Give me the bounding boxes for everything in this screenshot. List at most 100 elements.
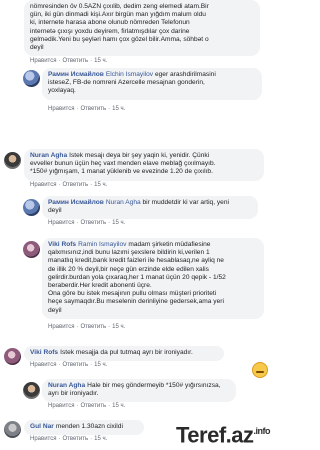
comment-text: bir muddetdir ki var artiq, yeni (142, 199, 230, 206)
comment-line: beraberdir.Her kredit abonenti üçre. (48, 282, 152, 290)
comment-line: evveller bunun üçün heç vaxt menden elav… (30, 160, 216, 168)
comment-actions: Нравится · Ответить · 15 ч. (48, 324, 126, 330)
comment-actions: Нравится · Ответить · 15 ч. (30, 436, 108, 442)
mention-tag[interactable]: Nuran Agha (106, 199, 141, 206)
author-name[interactable]: Viki Rofs (30, 349, 58, 356)
comment-actions: Нравится · Ответить · 15 ч. (30, 182, 108, 188)
comment-line: Nuran Agha Istek mesajı deya bir şey yaqi… (30, 152, 258, 160)
comment-actions: Нравится · Ответить · 15 ч. (48, 220, 126, 226)
comment-bubble: Viki Rofs Ramin Ismayilov madam şirketin … (42, 238, 264, 319)
comment-bubble: Gul Nar menden 1.30azn cixildi (24, 420, 144, 436)
author-name[interactable]: Рамин Исмайлов (48, 71, 104, 78)
comment-3: Рамин Исмайлов Nuran Agha bir muddetdir k… (0, 196, 274, 232)
comment-bubble: Рамин Исмайлов Nuran Agha bir muddetdir k… (42, 196, 258, 220)
comment-bubble: nömresinden öv 0.5AZN çıxılib, dedim zen… (24, 0, 260, 57)
comment-line: ki, internete harasa abone olunub nömred… (30, 19, 190, 27)
reply-link[interactable]: Ответить (62, 436, 88, 442)
comment-actions: Нравится · Ответить · 15 ч. (30, 362, 108, 368)
comment-text: Istek mesajja da pul tutmaq ayrı bir iro… (60, 349, 193, 356)
avatar[interactable] (23, 382, 40, 399)
like-link[interactable]: Нравится (30, 182, 56, 188)
comment-actions: Нравится · Ответить · 15 ч. (30, 58, 108, 64)
comment-line: gelmədik.Yeni bu şeyləri hamı çox gözel … (30, 35, 209, 43)
comment-line: internetə çıxışı yoxdu deyirem, firlatmı… (30, 27, 190, 35)
avatar[interactable] (4, 152, 21, 169)
comment-actions: Нравится · Ответить · 15 ч. (48, 106, 126, 112)
mention-tag[interactable]: Ramin Ismayilov (78, 241, 126, 248)
comment-line: Viki Rofs Ramin Ismayilov madam şirketin … (48, 241, 258, 249)
avatar[interactable] (23, 70, 40, 87)
author-name[interactable]: Gul Nar (30, 423, 54, 430)
avatar[interactable] (23, 199, 40, 216)
comment-1: Рамин Исмайлов Elchin Ismayilov eger aras… (0, 66, 274, 114)
site-watermark: Teref.az.info (175, 420, 271, 447)
author-name[interactable]: Viki Rofs (48, 241, 76, 248)
comment-text: Istek mesajı deya bir şey yaqin ki, yeni… (69, 152, 210, 159)
comment-line: qalxmısınız,indi bunu lazımi şexslere bi… (48, 249, 210, 257)
comment-line: deyil (48, 306, 62, 314)
timestamp: 15 ч. (112, 324, 126, 330)
comment-line: gün, iki gün dinmadi kişi.Axır birgün ma… (30, 11, 206, 19)
comment-line: Рамин Исмайлов Elchin Ismayilov eger aras… (48, 71, 256, 79)
like-link[interactable]: Нравится (30, 436, 56, 442)
comment-4: Viki Rofs Ramin Ismayilov madam şirketin … (0, 236, 274, 334)
like-link[interactable]: Нравится (48, 403, 74, 409)
reply-link[interactable]: Ответить (80, 324, 106, 330)
comment-bubble: Рамин Исмайлов Elchin Ismayilov eger aras… (42, 68, 262, 100)
comment-line: *150# yığmışam, 1 manat yüklenib ve evez… (30, 168, 213, 176)
mention-tag[interactable]: Elchin Ismayilov (106, 71, 153, 78)
like-link[interactable]: Нравится (48, 324, 74, 330)
comment-line: manatlıq kredit,bank kredit faizleri ile… (48, 257, 224, 265)
reply-link[interactable]: Ответить (62, 58, 88, 64)
timestamp: 15 ч. (112, 403, 126, 409)
avatar[interactable] (23, 241, 40, 258)
comment-bubble: Nuran Agha Istek mesajı deya bir şey yaqi… (24, 149, 264, 181)
comment-line: nömresinden öv 0.5AZN çıxılib, dedim zen… (30, 3, 209, 10)
comment-line: Рамин Исмайлов Nuran Agha bir muddetdir k… (48, 199, 252, 207)
reply-link[interactable]: Ответить (80, 403, 106, 409)
comment-line: heçe saymaqdır.Bu meselenin derinliyine … (48, 298, 224, 306)
timestamp: 15 ч. (94, 58, 108, 64)
like-link[interactable]: Нравится (30, 58, 56, 64)
reply-link[interactable]: Ответить (62, 182, 88, 188)
watermark-suffix: .info (253, 425, 271, 436)
author-name[interactable]: Рамин Исмайлов (48, 199, 104, 206)
comment-bubble: Nuran Agha Hale bir meş göndermeyib *150#… (42, 379, 236, 403)
reply-link[interactable]: Ответить (80, 106, 106, 112)
author-name[interactable]: Nuran Agha (48, 382, 85, 389)
reply-link[interactable]: Ответить (80, 220, 106, 226)
avatar[interactable] (4, 348, 21, 365)
timestamp: 15 ч. (94, 436, 108, 442)
comment-6: Nuran Agha Hale bir meş göndermeyib *150#… (0, 378, 274, 412)
timestamp: 15 ч. (112, 106, 126, 112)
comment-line: Gul Nar menden 1.30azn cixildi (30, 423, 138, 431)
comment-line: ayrı bir ironiyadır. (48, 390, 99, 398)
comment-line: Viki Rofs Istek mesajja da pul tutmaq ayr… (30, 349, 218, 357)
reply-link[interactable]: Ответить (62, 362, 88, 368)
comment-line: deyil (48, 207, 62, 215)
comment-text: Hale bir meş göndermeyib *150# yığırsını… (87, 382, 221, 389)
comment-text: madam şirketin müdafiesine (128, 241, 211, 248)
watermark-brand: Teref.az (175, 422, 254, 447)
comment-line: isteseZ, FB-de nomreni Azercelle mesajna… (48, 79, 205, 87)
comment-line: Ona göre bu istek mesajının pullu olması… (48, 290, 217, 298)
timestamp: 15 ч. (112, 220, 126, 226)
comment-bubble: Viki Rofs Istek mesajja da pul tutmaq ayr… (24, 346, 224, 362)
like-link[interactable]: Нравится (30, 362, 56, 368)
like-link[interactable]: Нравится (48, 106, 74, 112)
timestamp: 15 ч. (94, 362, 108, 368)
comment-5: Viki Rofs Istek mesajja da pul tutmaq ayr… (0, 346, 274, 376)
comment-text: menden 1.30azn cixildi (55, 423, 123, 430)
comment-line: yoxlayaq. (48, 87, 76, 95)
comment-line: Nuran Agha Hale bir meş göndermeyib *150#… (48, 382, 230, 390)
comment-2: Nuran Agha Istek mesajı deya bir şey yaqi… (0, 148, 274, 192)
comment-line: deyil (30, 44, 44, 52)
comment-text: eger arashdirilmasini (154, 71, 216, 78)
author-name[interactable]: Nuran Agha (30, 152, 67, 159)
like-link[interactable]: Нравится (48, 220, 74, 226)
avatar[interactable] (4, 421, 21, 438)
timestamp: 15 ч. (94, 182, 108, 188)
comment-actions: Нравится · Ответить · 15 ч. (48, 403, 126, 409)
laugh-emoji-icon (252, 362, 268, 378)
comment-line: de illik 20 % deyil,bir neçe gün erzinde… (48, 265, 209, 273)
